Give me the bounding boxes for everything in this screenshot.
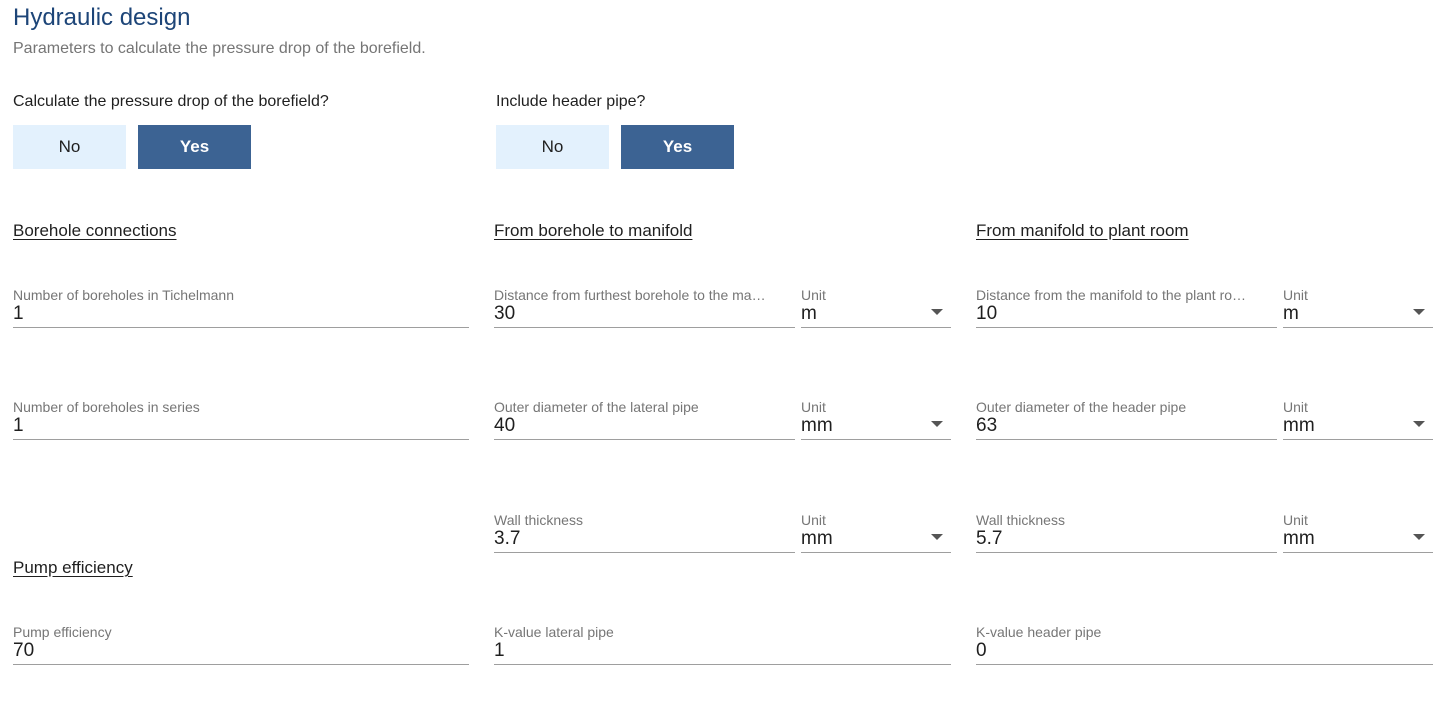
series-underline	[13, 439, 469, 440]
lateral-distance-unit-select[interactable]: Unit m	[801, 287, 951, 333]
header-k-value-underline	[976, 664, 1433, 665]
include-header-yes-button[interactable]: Yes	[621, 125, 734, 169]
lateral-diameter-unit-underline	[801, 439, 951, 440]
caret-down-icon[interactable]	[1413, 421, 1425, 427]
calc-pressure-drop-question: Calculate the pressure drop of the boref…	[13, 93, 329, 110]
lateral-wall-thickness-field[interactable]: Wall thickness 3.7	[494, 512, 795, 558]
header-wall-thickness-unit-select[interactable]: Unit mm	[1283, 512, 1433, 558]
tichelmann-field[interactable]: Number of boreholes in Tichelmann 1	[13, 287, 469, 333]
series-label: Number of boreholes in series	[13, 399, 200, 415]
lateral-wall-thickness-label: Wall thickness	[494, 512, 583, 528]
header-distance-unit-select[interactable]: Unit m	[1283, 287, 1433, 333]
lateral-distance-unit-value[interactable]: m	[801, 303, 817, 325]
header-wall-thickness-label: Wall thickness	[976, 512, 1065, 528]
lateral-wall-thickness-unit-value[interactable]: mm	[801, 528, 833, 550]
manifold-to-plant-heading: From manifold to plant room	[976, 221, 1189, 240]
lateral-diameter-underline	[494, 439, 795, 440]
pump-efficiency-field[interactable]: Pump efficiency 70	[13, 624, 469, 670]
caret-down-icon[interactable]	[1413, 534, 1425, 540]
page-title: Hydraulic design	[13, 4, 191, 31]
lateral-k-value-underline	[494, 664, 951, 665]
header-k-value-value[interactable]: 0	[976, 640, 987, 662]
lateral-wall-thickness-unit-underline	[801, 552, 951, 553]
lateral-distance-unit-underline	[801, 327, 951, 328]
lateral-diameter-unit-value[interactable]: mm	[801, 415, 833, 437]
header-wall-thickness-underline	[976, 552, 1277, 553]
header-k-value-label: K-value header pipe	[976, 624, 1102, 640]
lateral-diameter-unit-label: Unit	[801, 399, 826, 415]
borehole-connections-heading: Borehole connections	[13, 221, 177, 240]
header-distance-underline	[976, 327, 1277, 328]
header-diameter-value[interactable]: 63	[976, 415, 997, 437]
header-diameter-field[interactable]: Outer diameter of the header pipe 63	[976, 399, 1277, 445]
header-wall-thickness-unit-value[interactable]: mm	[1283, 528, 1315, 550]
header-wall-thickness-field[interactable]: Wall thickness 5.7	[976, 512, 1277, 558]
lateral-diameter-value[interactable]: 40	[494, 415, 515, 437]
lateral-wall-thickness-value[interactable]: 3.7	[494, 528, 520, 550]
series-field[interactable]: Number of boreholes in series 1	[13, 399, 469, 445]
header-wall-thickness-unit-underline	[1283, 552, 1433, 553]
caret-down-icon[interactable]	[1413, 309, 1425, 315]
pump-efficiency-heading: Pump efficiency	[13, 558, 133, 577]
lateral-wall-thickness-unit-select[interactable]: Unit mm	[801, 512, 951, 558]
calc-pressure-drop-no-button[interactable]: No	[13, 125, 126, 169]
lateral-distance-value[interactable]: 30	[494, 303, 515, 325]
pump-efficiency-underline	[13, 664, 469, 665]
lateral-diameter-field[interactable]: Outer diameter of the lateral pipe 40	[494, 399, 795, 445]
header-diameter-label: Outer diameter of the header pipe	[976, 399, 1187, 415]
calc-pressure-drop-yes-button[interactable]: Yes	[138, 125, 251, 169]
header-distance-unit-underline	[1283, 327, 1433, 328]
header-distance-field[interactable]: Distance from the manifold to the plant …	[976, 287, 1277, 333]
header-distance-unit-label: Unit	[1283, 287, 1308, 303]
lateral-distance-field[interactable]: Distance from furthest borehole to the m…	[494, 287, 795, 333]
header-distance-unit-value[interactable]: m	[1283, 303, 1299, 325]
lateral-k-value-value[interactable]: 1	[494, 640, 505, 662]
caret-down-icon[interactable]	[931, 421, 943, 427]
include-header-no-button[interactable]: No	[496, 125, 609, 169]
header-diameter-unit-underline	[1283, 439, 1433, 440]
series-value[interactable]: 1	[13, 415, 24, 437]
lateral-distance-underline	[494, 327, 795, 328]
tichelmann-value[interactable]: 1	[13, 303, 24, 325]
caret-down-icon[interactable]	[931, 534, 943, 540]
pump-efficiency-label: Pump efficiency	[13, 624, 112, 640]
page-subtitle: Parameters to calculate the pressure dro…	[13, 40, 426, 57]
header-wall-thickness-unit-label: Unit	[1283, 512, 1308, 528]
lateral-k-value-field[interactable]: K-value lateral pipe 1	[494, 624, 951, 670]
header-k-value-field[interactable]: K-value header pipe 0	[976, 624, 1433, 670]
include-header-question: Include header pipe?	[496, 93, 646, 110]
header-wall-thickness-value[interactable]: 5.7	[976, 528, 1002, 550]
lateral-diameter-label: Outer diameter of the lateral pipe	[494, 399, 699, 415]
header-diameter-unit-select[interactable]: Unit mm	[1283, 399, 1433, 445]
tichelmann-underline	[13, 327, 469, 328]
borehole-to-manifold-heading: From borehole to manifold	[494, 221, 693, 240]
header-diameter-underline	[976, 439, 1277, 440]
header-distance-label: Distance from the manifold to the plant …	[976, 287, 1247, 303]
header-distance-value[interactable]: 10	[976, 303, 997, 325]
caret-down-icon[interactable]	[931, 309, 943, 315]
lateral-wall-thickness-underline	[494, 552, 795, 553]
lateral-distance-label: Distance from furthest borehole to the m…	[494, 287, 766, 303]
header-diameter-unit-value[interactable]: mm	[1283, 415, 1315, 437]
header-diameter-unit-label: Unit	[1283, 399, 1308, 415]
lateral-wall-thickness-unit-label: Unit	[801, 512, 826, 528]
lateral-distance-unit-label: Unit	[801, 287, 826, 303]
pump-efficiency-value[interactable]: 70	[13, 640, 34, 662]
lateral-diameter-unit-select[interactable]: Unit mm	[801, 399, 951, 445]
lateral-k-value-label: K-value lateral pipe	[494, 624, 614, 640]
tichelmann-label: Number of boreholes in Tichelmann	[13, 287, 235, 303]
